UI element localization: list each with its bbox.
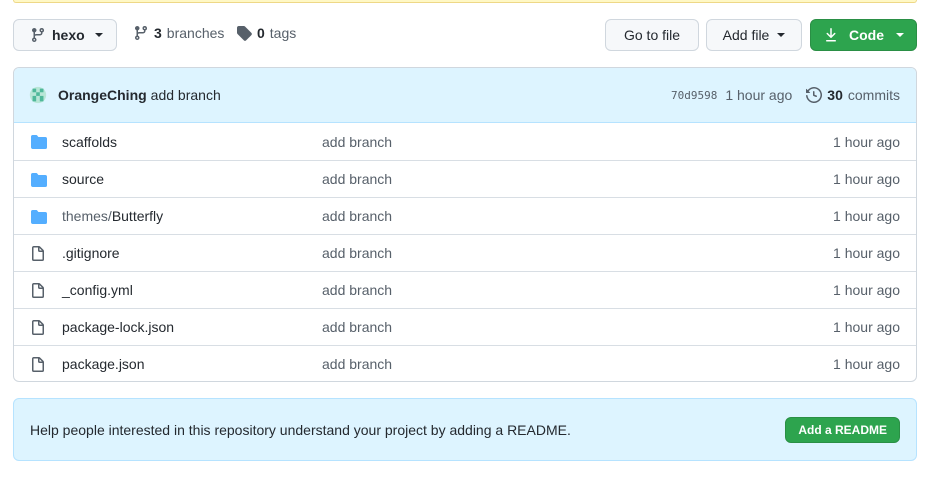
tags-count: 0: [257, 25, 265, 41]
add-file-button[interactable]: Add file: [706, 19, 802, 51]
file-age: 1 hour ago: [833, 319, 900, 335]
file-row[interactable]: .gitignore add branch 1 hour ago: [14, 234, 916, 271]
notice-banner-edge: [13, 0, 917, 3]
file-row[interactable]: _config.yml add branch 1 hour ago: [14, 271, 916, 308]
commits-label: commits: [847, 87, 900, 103]
tag-icon: [237, 26, 252, 41]
file-name: .gitignore: [62, 245, 120, 261]
folder-icon: [30, 134, 48, 150]
file-name-link[interactable]: source: [62, 171, 104, 187]
commits-history-link[interactable]: 30 commits: [806, 87, 900, 103]
add-readme-button[interactable]: Add a README: [785, 417, 900, 443]
file-row[interactable]: scaffolds add branch 1 hour ago: [14, 123, 916, 160]
git-branch-icon: [32, 27, 44, 43]
go-to-file-button[interactable]: Go to file: [605, 19, 699, 51]
folder-icon: [30, 209, 48, 225]
file-path-prefix: themes/: [62, 208, 112, 224]
code-button[interactable]: Code: [810, 19, 917, 51]
tags-link[interactable]: 0 tags: [236, 25, 296, 41]
commit-sha-link[interactable]: 70d9598: [671, 89, 717, 102]
download-icon: [826, 28, 836, 42]
commit-message-link[interactable]: add branch: [151, 87, 221, 103]
file-name-link[interactable]: package.json: [62, 356, 145, 372]
git-branch-icon: [135, 25, 147, 41]
branch-selector-button[interactable]: hexo: [13, 19, 117, 51]
commit-author-link[interactable]: OrangeChing: [58, 87, 147, 103]
commit-age: 1 hour ago: [725, 87, 793, 103]
file-commit-link[interactable]: add branch: [322, 134, 392, 150]
latest-commit-bar: OrangeChing add branch 70d9598 1 hour ag…: [14, 68, 916, 123]
go-to-file-label: Go to file: [623, 27, 681, 43]
code-label: Code: [849, 27, 884, 43]
file-age: 1 hour ago: [833, 133, 900, 150]
file-name: package-lock.json: [62, 319, 175, 335]
avatar[interactable]: [28, 85, 48, 105]
file-list: scaffolds add branch 1 hour ago source add b…: [14, 123, 916, 381]
branches-label: branches: [166, 25, 225, 41]
file-age: 1 hour ago: [833, 171, 900, 187]
file-row[interactable]: package-lock.json add branch 1 hour ago: [14, 308, 916, 345]
file-name-link[interactable]: themes/Butterfly: [62, 208, 163, 224]
file-row[interactable]: source add branch 1 hour ago: [14, 160, 916, 197]
file-icon: [30, 246, 48, 262]
file-commit-link[interactable]: add branch: [322, 171, 392, 187]
readme-prompt: Help people interested in this repositor…: [13, 398, 917, 461]
folder-icon: [30, 172, 48, 188]
file-age: 1 hour ago: [833, 356, 900, 372]
history-icon: [806, 87, 823, 103]
file-name-link[interactable]: _config.yml: [62, 282, 133, 298]
commits-count: 30: [827, 87, 843, 103]
file-commit-link[interactable]: add branch: [322, 319, 392, 335]
branches-count: 3: [154, 25, 162, 41]
file-age: 1 hour ago: [833, 282, 900, 298]
file-name-link[interactable]: .gitignore: [62, 245, 120, 261]
file-name-link[interactable]: package-lock.json: [62, 319, 174, 335]
file-commit-link[interactable]: add branch: [322, 282, 392, 298]
tags-label: tags: [269, 25, 297, 41]
file-name: source: [62, 171, 105, 187]
file-age: 1 hour ago: [833, 208, 900, 224]
file-name: Butterfly: [111, 208, 164, 224]
file-row[interactable]: themes/Butterfly add branch 1 hour ago: [14, 197, 916, 234]
file-name-link[interactable]: scaffolds: [62, 134, 117, 150]
chevron-down-icon: [94, 33, 103, 37]
file-icon: [30, 357, 48, 373]
file-age: 1 hour ago: [833, 245, 900, 261]
readme-prompt-text: Help people interested in this repositor…: [30, 421, 571, 438]
file-icon: [30, 283, 48, 299]
file-icon: [30, 320, 48, 336]
file-commit-link[interactable]: add branch: [322, 245, 392, 261]
branches-link[interactable]: 3 branches: [133, 25, 224, 41]
file-browser: OrangeChing add branch 70d9598 1 hour ag…: [13, 67, 917, 382]
file-name: _config.yml: [62, 282, 133, 298]
file-commit-link[interactable]: add branch: [322, 356, 392, 372]
chevron-down-icon: [777, 33, 786, 37]
add-file-label: Add file: [722, 27, 770, 43]
file-row[interactable]: package.json add branch 1 hour ago: [14, 345, 916, 381]
file-name: scaffolds: [62, 133, 117, 150]
chevron-down-icon: [896, 33, 904, 37]
file-name: package.json: [62, 356, 145, 372]
commit-meta: 70d9598 1 hour ago 30 commits: [671, 68, 900, 122]
branch-name: hexo: [52, 27, 85, 43]
file-commit-link[interactable]: add branch: [322, 208, 392, 224]
